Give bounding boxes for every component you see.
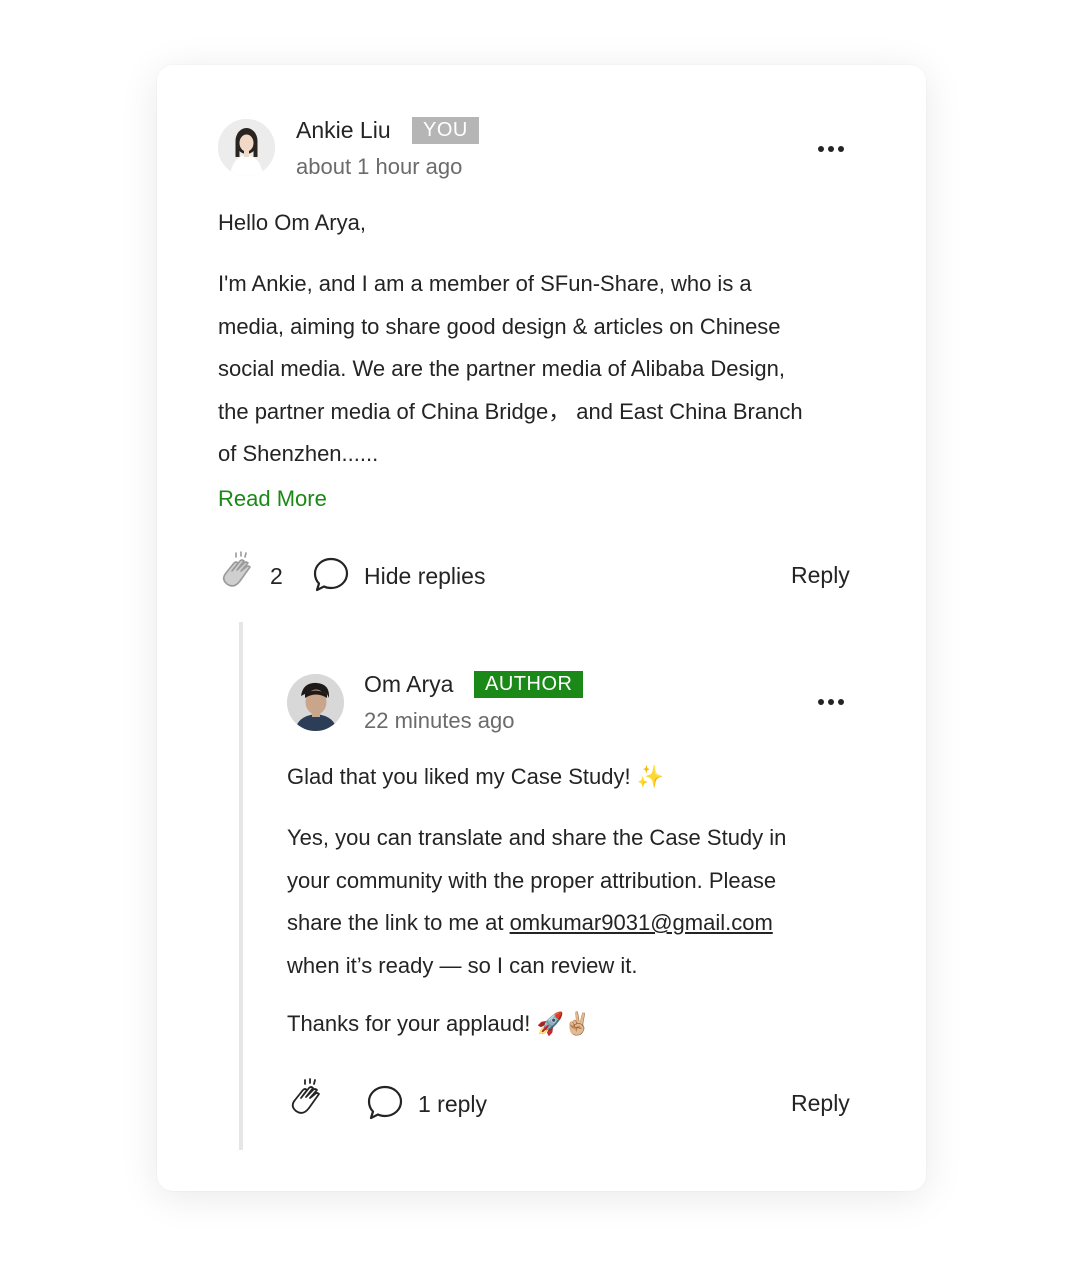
avatar-om[interactable] — [287, 674, 344, 731]
reply-body-line: your community with the proper attributi… — [287, 867, 777, 893]
reply-more-options-button[interactable] — [818, 697, 848, 707]
email-link[interactable]: omkumar9031@gmail.com — [510, 910, 773, 935]
comment-body-line: I'm Ankie, and I am a member of SFun-Sha… — [218, 271, 752, 296]
avatar-ankie[interactable] — [218, 119, 275, 176]
reply-author-name[interactable]: Om Arya — [364, 671, 453, 698]
reply-button-nested[interactable]: Reply — [791, 1090, 850, 1117]
reply-thanks: Thanks for your applaud! 🚀✌🏼 — [287, 1011, 592, 1036]
hide-replies-button[interactable]: Hide replies — [364, 563, 485, 590]
more-options-button[interactable] — [818, 144, 848, 154]
clap-count: 2 — [270, 563, 283, 589]
author-badge: AUTHOR — [474, 671, 584, 698]
clap-icon[interactable] — [216, 549, 262, 600]
reply-line-1: Glad that you liked my Case Study! ✨ — [287, 764, 665, 789]
comment-body: I'm Ankie, and I am a member of SFun-Sha… — [218, 263, 898, 476]
comment-timestamp: about 1 hour ago — [296, 154, 463, 179]
comment-body-line: media, aiming to share good design & art… — [218, 313, 781, 339]
comment-body-line: the partner media of China Bridge， and E… — [218, 398, 803, 424]
reply-timestamp: 22 minutes ago — [364, 708, 515, 733]
speech-bubble-icon[interactable] — [366, 1084, 404, 1127]
replies-count-button[interactable]: 1 reply — [418, 1091, 487, 1118]
reply-body-line: Yes, you can translate and share the Cas… — [287, 825, 787, 850]
comment-body-line: social media. We are the partner media o… — [218, 356, 786, 381]
thread-line — [239, 622, 243, 1150]
reply-button[interactable]: Reply — [791, 562, 850, 589]
reply-body: Yes, you can translate and share the Cas… — [287, 817, 887, 987]
comment-author-name[interactable]: Ankie Liu — [296, 117, 391, 144]
comment-card: Ankie Liu YOU about 1 hour ago Hello Om … — [157, 65, 926, 1191]
you-badge: YOU — [412, 117, 479, 144]
reply-body-line: share the link to me at omkumar9031@gmai… — [287, 902, 887, 945]
reply-body-line: when it’s ready — so I can review it. — [287, 952, 638, 978]
comment-greeting: Hello Om Arya, — [218, 210, 366, 235]
reply-body-line-prefix: share the link to me at — [287, 910, 510, 935]
clap-icon[interactable] — [285, 1076, 331, 1127]
read-more-link[interactable]: Read More — [218, 486, 327, 512]
speech-bubble-icon[interactable] — [312, 556, 350, 599]
comment-body-line: of Shenzhen...... — [218, 441, 379, 466]
